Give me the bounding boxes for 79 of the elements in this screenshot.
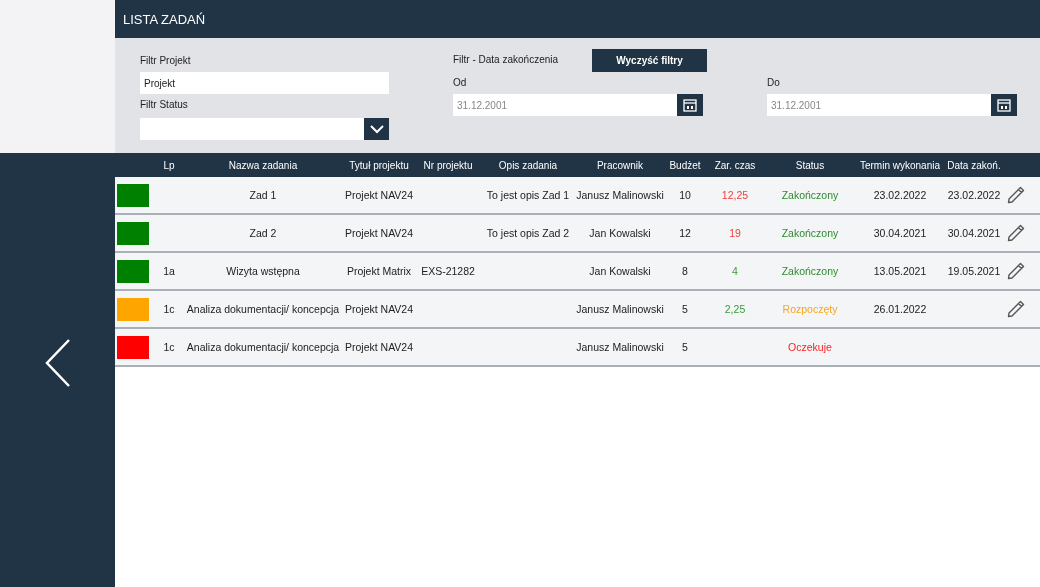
project-title-cell: Projekt NAV24: [343, 227, 415, 239]
status-cell-text: Zakończony: [780, 189, 840, 201]
task-name-cell-text: Analiza dokumentacji/ koncepcja: [185, 341, 341, 353]
table-row[interactable]: 1a Wizyta wstępna Projekt Matrix EXS-21282 Jan Kowalski 8 4 Zakończony 13.05.2021 19.05.2021: [115, 253, 1040, 291]
column-header: Status: [794, 159, 826, 171]
table-row[interactable]: Zad 2 Projekt NAV24 To jest opis Zad 2 Jan Kowalski 12 19 Zakończony 30.04.2021 30.04.2021: [115, 215, 1040, 253]
project-title-cell: Projekt NAV24: [343, 303, 415, 315]
employee-cell: Janusz Malinowski: [575, 303, 665, 315]
budget-cell-text: 5: [681, 341, 689, 353]
description-cell-text: To jest opis Zad 1: [485, 189, 571, 201]
task-name-cell-text: Zad 1: [248, 189, 278, 201]
employee-cell-text: Jan Kowalski: [588, 227, 652, 239]
due-date-cell-text: 30.04.2021: [872, 227, 928, 239]
calendar-icon: [683, 98, 697, 112]
pencil-icon[interactable]: [1006, 185, 1026, 205]
project-title-cell: Projekt NAV24: [343, 341, 415, 353]
column-header: Lp: [162, 159, 176, 171]
project-filter-field[interactable]: Projekt: [140, 72, 389, 94]
due-date-cell-text: 13.05.2021: [872, 265, 928, 277]
column-header: Nazwa zadania: [227, 159, 299, 171]
status-dropdown[interactable]: [140, 118, 389, 140]
column-header: Pracownik: [595, 159, 645, 171]
column-header: Budżet: [668, 159, 702, 171]
end-date-cell-text: 19.05.2021: [946, 265, 1002, 277]
status-cell-text: Oczekuje: [787, 341, 833, 353]
end-date-cell-text: 23.02.2022: [946, 189, 1002, 201]
calendar-icon: [997, 98, 1011, 112]
time-cell-text: 12,25: [720, 189, 750, 201]
budget-cell-text: 10: [678, 189, 692, 201]
employee-cell: Janusz Malinowski: [575, 189, 665, 201]
lp-cell-text: 1a: [162, 265, 176, 277]
column-header: Zar. czas: [713, 159, 757, 171]
status-cell-text: Zakończony: [780, 227, 840, 239]
lp-cell-text: 1c: [162, 341, 176, 353]
due-date-cell-text: 26.01.2022: [872, 303, 928, 315]
end-date-cell-text: 30.04.2021: [946, 227, 1002, 239]
filter-label: Filtr Status: [140, 98, 189, 112]
pencil-icon[interactable]: [1006, 261, 1026, 281]
time-cell-text: 2,25: [723, 303, 747, 315]
filter-label: Filtr Projekt: [140, 54, 192, 68]
column-header: Termin wykonania: [858, 159, 941, 171]
table-row[interactable]: 1c Analiza dokumentacji/ koncepcja Projekt NAV24 Janusz Malinowski 5 2,25 Rozpoczęty 26.01.2022: [115, 291, 1040, 329]
status-cell-text: Rozpoczęty: [781, 303, 839, 315]
filter-label: Filtr - Data zakończenia: [453, 53, 559, 67]
project-title-cell: Projekt NAV24: [343, 189, 415, 201]
budget-cell-text: 8: [681, 265, 689, 277]
chevron-down-icon: [369, 124, 384, 134]
date-from-field[interactable]: 31.12.2001: [453, 94, 677, 116]
project-title-cell-text: Projekt Matrix: [345, 265, 413, 277]
page-title: LISTA ZADAŃ: [123, 11, 206, 27]
employee-cell: Janusz Malinowski: [575, 341, 665, 353]
budget-cell-text: 5: [681, 303, 689, 315]
back-chevron-icon[interactable]: [43, 337, 72, 388]
table-row[interactable]: 1c Analiza dokumentacji/ koncepcja Projekt NAV24 Janusz Malinowski 5 Oczekuje: [115, 329, 1040, 367]
time-cell-text: 4: [731, 265, 739, 277]
project-number-cell-text: EXS-21282: [420, 265, 476, 277]
description-cell-text: To jest opis Zad 2: [485, 227, 571, 239]
task-name-cell-text: Zad 2: [248, 227, 278, 239]
date-label: Od: [453, 76, 468, 90]
due-date-cell-text: 23.02.2022: [872, 189, 928, 201]
column-header: Tytuł projektu: [348, 159, 410, 171]
clear-filters-button[interactable]: Wyczyść filtry: [592, 49, 708, 72]
budget-cell-text: 12: [678, 227, 692, 239]
employee-cell-text: Jan Kowalski: [588, 265, 652, 277]
task-name-cell-text: Analiza dokumentacji/ koncepcja: [185, 303, 341, 315]
status-cell-text: Zakończony: [780, 265, 840, 277]
pencil-icon[interactable]: [1006, 299, 1026, 319]
date-label: Do: [767, 76, 781, 90]
date-to-field[interactable]: 31.12.2001: [767, 94, 991, 116]
column-header: Data zakoń.: [946, 159, 1002, 171]
calendar-button[interactable]: [991, 94, 1017, 116]
column-header: Opis zadania: [497, 159, 559, 171]
task-name-cell-text: Wizyta wstępna: [225, 265, 301, 277]
column-header: Nr projektu: [422, 159, 474, 171]
table-row[interactable]: Zad 1 Projekt NAV24 To jest opis Zad 1 Janusz Malinowski 10 12,25 Zakończony 23.02.2022 23.02.2022: [115, 177, 1040, 215]
lp-cell-text: 1c: [162, 303, 176, 315]
time-cell-text: 19: [728, 227, 742, 239]
calendar-button[interactable]: [677, 94, 703, 116]
pencil-icon[interactable]: [1006, 223, 1026, 243]
